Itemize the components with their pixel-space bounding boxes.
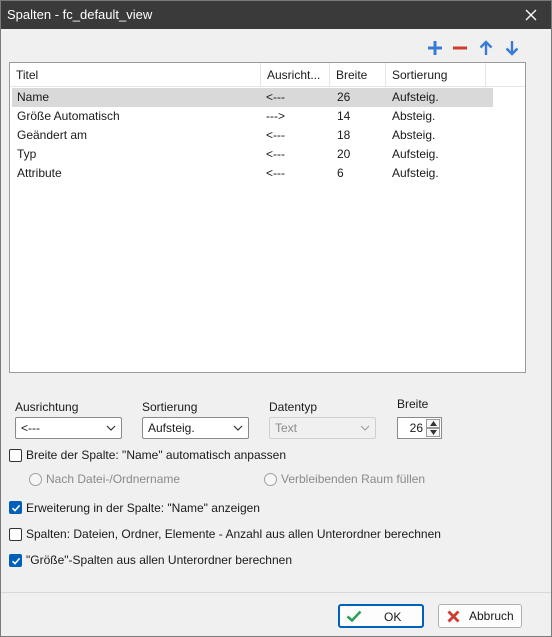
row-alignment: <--- [266,90,285,104]
sorting-select[interactable]: Aufsteig. [142,417,249,439]
close-icon [525,9,537,21]
datatype-select[interactable]: Text [269,417,376,439]
chevron-down-icon [106,425,116,431]
row-sorting: Absteig. [392,128,436,142]
auto-width-label[interactable]: Breite der Spalte: "Name" automatisch an… [26,448,286,462]
checkmark-icon [346,610,362,623]
remove-column-button[interactable] [449,39,471,57]
alignment-label: Ausrichtung [15,400,79,414]
cross-icon [447,610,460,623]
add-column-button[interactable] [424,39,446,57]
row-width: 18 [337,128,351,142]
arrow-down-icon [505,41,519,56]
row-width: 14 [337,109,351,123]
width-label: Breite [397,397,429,411]
row-title: Name [17,90,50,104]
move-down-button[interactable] [501,39,523,57]
triangle-up-icon [429,421,437,426]
footer-divider [1,592,551,593]
row-title: Größe Automatisch [17,109,120,123]
size-subfolders-label[interactable]: "Größe"-Spalten aus allen Unterordner be… [26,553,292,567]
radio-fill-space-label[interactable]: Verbleibenden Raum füllen [281,472,425,486]
row-sorting: Aufsteig. [392,90,439,104]
row-sorting: Aufsteig. [392,147,439,161]
plus-icon [428,41,442,55]
row-alignment: <--- [266,128,285,142]
chevron-down-icon [233,425,243,431]
row-title: Attribute [17,166,62,180]
radio-by-name[interactable] [29,473,42,486]
show-extension-checkbox[interactable] [9,501,22,514]
width-value: 26 [409,421,423,435]
sorting-label: Sortierung [142,400,198,414]
count-subfolders-checkbox[interactable] [9,528,22,541]
width-decrement-button[interactable] [426,428,440,437]
list-header: Titel Ausricht... Breite Sortierung [10,63,525,87]
cancel-button[interactable]: Abbruch [438,604,522,628]
list-row-size[interactable]: Größe Automatisch ---> 14 Absteig. [12,107,493,126]
list-row-attributes[interactable]: Attribute <--- 6 Aufsteig. [12,164,493,183]
list-row-modified[interactable]: Geändert am <--- 18 Absteig. [12,126,493,145]
title-bar: Spalten - fc_default_view [1,1,551,29]
move-up-button[interactable] [475,39,497,57]
list-row-name[interactable]: Name <--- 26 Aufsteig. [12,88,493,107]
radio-fill-space[interactable] [264,473,277,486]
header-width[interactable]: Breite [330,63,386,87]
size-subfolders-checkbox[interactable] [9,554,22,567]
row-alignment: ---> [266,109,285,123]
cancel-label: Abbruch [469,609,514,623]
alignment-value: <--- [21,421,40,435]
chevron-down-icon [360,425,370,431]
ok-label: OK [384,610,402,624]
columns-dialog: Spalten - fc_default_view Titel Ausricht… [0,0,552,637]
datatype-value: Text [275,421,298,435]
width-increment-button[interactable] [426,419,440,428]
close-button[interactable] [511,1,551,29]
row-title: Geändert am [17,128,88,142]
row-sorting: Absteig. [392,109,436,123]
row-width: 26 [337,90,351,104]
row-sorting: Aufsteig. [392,166,439,180]
datatype-label: Datentyp [269,400,318,414]
radio-by-name-label[interactable]: Nach Datei-/Ordnername [46,472,180,486]
alignment-select[interactable]: <--- [15,417,122,439]
count-subfolders-label[interactable]: Spalten: Dateien, Ordner, Elemente - Anz… [26,527,441,541]
row-alignment: <--- [266,166,285,180]
row-alignment: <--- [266,147,285,161]
header-title[interactable]: Titel [10,63,261,87]
window-title: Spalten - fc_default_view [7,7,153,22]
width-stepper[interactable]: 26 [397,417,442,439]
triangle-down-icon [429,430,437,435]
header-alignment[interactable]: Ausricht... [261,63,330,87]
header-sorting[interactable]: Sortierung [386,63,486,87]
sorting-value: Aufsteig. [148,421,195,435]
row-width: 20 [337,147,351,161]
row-title: Typ [17,147,37,161]
minus-icon [453,46,467,50]
row-width: 6 [337,166,344,180]
arrow-up-icon [479,40,493,55]
checkmark-icon [11,504,21,512]
show-extension-label[interactable]: Erweiterung in der Spalte: "Name" anzeig… [26,501,260,515]
columns-list[interactable]: Titel Ausricht... Breite Sortierung Name… [9,62,526,373]
auto-width-checkbox[interactable] [9,449,22,462]
ok-button[interactable]: OK [338,604,424,628]
list-row-type[interactable]: Typ <--- 20 Aufsteig. [12,145,493,164]
checkmark-icon [11,557,21,565]
